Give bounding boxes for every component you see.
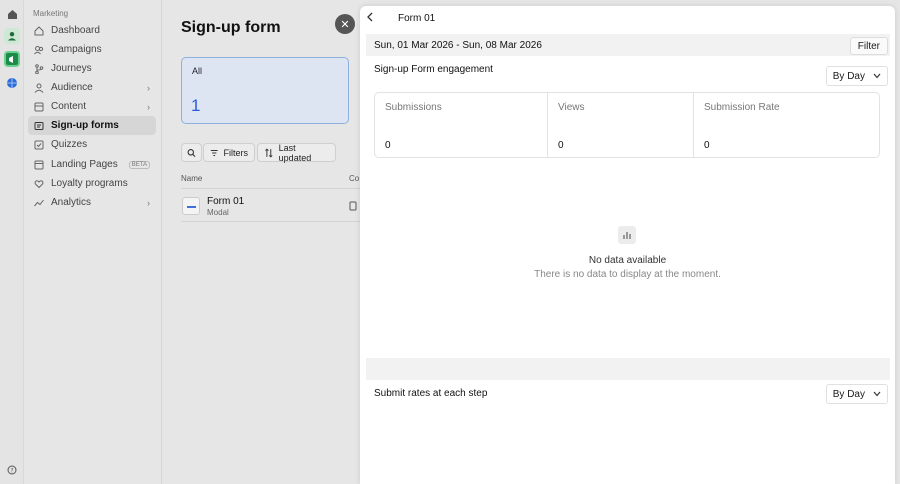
sidebar-item-content[interactable]: Content ›: [28, 97, 156, 116]
help-icon[interactable]: ?: [4, 462, 20, 478]
search-icon: [187, 148, 196, 157]
table-row[interactable]: Form 01 Modal: [181, 188, 371, 222]
sidebar-item-label: Campaigns: [51, 44, 102, 55]
metric-submissions: Submissions 0: [375, 93, 547, 157]
sidebar-item-loyalty-programs[interactable]: Loyalty programs: [28, 174, 156, 193]
sidebar-item-label: Audience: [51, 82, 93, 93]
chevron-down-icon: [873, 391, 881, 397]
steps-title: Submit rates at each step: [374, 388, 488, 399]
metric-value: 0: [385, 140, 391, 151]
metric-label: Submissions: [385, 102, 442, 113]
metric-value: 0: [558, 140, 564, 151]
form-name: Form 01: [207, 196, 245, 207]
sidebar-item-campaigns[interactable]: Campaigns: [28, 40, 156, 59]
empty-state-subtitle: There is no data to display at the momen…: [534, 269, 721, 280]
analytics-icon: [34, 199, 44, 206]
form-icon: [34, 121, 44, 130]
sidebar-item-label: Analytics: [51, 197, 92, 208]
svg-text:?: ?: [10, 468, 13, 475]
by-day-select[interactable]: By Day: [825, 66, 888, 86]
content-icon: [34, 102, 44, 111]
user-icon[interactable]: [4, 28, 20, 44]
empty-state-title: No data available: [588, 255, 667, 266]
column-header-content: Co: [349, 174, 360, 183]
chevron-left-icon: [367, 12, 373, 22]
sort-label: Last updated: [278, 142, 312, 163]
metrics-card: Submissions 0 Views 0 Submission Rate 0: [374, 92, 880, 158]
chevron-down-icon: [873, 73, 881, 79]
metric-label: Views: [558, 102, 585, 113]
date-range: Sun, 01 Mar 2026 - Sun, 08 Mar 2026: [374, 40, 542, 51]
beta-badge: BETA: [128, 160, 150, 169]
sidebar-item-label: Journeys: [51, 63, 92, 74]
close-icon: ✕: [340, 18, 350, 31]
sidebar-item-journeys[interactable]: Journeys: [28, 59, 156, 78]
steps-by-day-select[interactable]: By Day: [825, 384, 888, 404]
search-button[interactable]: [181, 143, 202, 162]
sidebar-item-label: Quizzes: [51, 139, 88, 150]
sidebar-item-label: Dashboard: [51, 25, 100, 36]
filter-button[interactable]: Filter: [849, 37, 888, 55]
metric-submission-rate: Submission Rate 0: [693, 93, 879, 157]
sidebar-section-label: Marketing: [33, 9, 69, 18]
metric-label: Submission Rate: [704, 102, 780, 113]
megaphone-icon[interactable]: [4, 51, 20, 67]
sidebar-item-sign-up-forms[interactable]: Sign-up forms: [28, 116, 156, 135]
sidebar-item-landing-pages[interactable]: Landing Pages BETA: [28, 155, 156, 174]
form-type: Modal: [207, 208, 229, 217]
device-icon: [349, 201, 357, 211]
filters-label: Filters: [223, 147, 249, 158]
heart-icon: [34, 179, 44, 188]
by-day-label: By Day: [832, 70, 865, 82]
sort-button[interactable]: Last updated: [257, 142, 336, 163]
back-button[interactable]: [366, 12, 374, 25]
branch-icon: [35, 63, 44, 74]
chart-icon: [618, 226, 636, 244]
form-detail-panel: Form 01 Sun, 01 Mar 2026 - Sun, 08 Mar 2…: [360, 6, 895, 484]
users-icon: [34, 45, 44, 54]
sort-icon: [265, 147, 273, 158]
sidebar: Marketing Dashboard Campaigns Journeys A…: [24, 0, 162, 484]
globe-icon[interactable]: [4, 75, 20, 91]
quiz-icon: [34, 140, 44, 149]
person-icon: [34, 83, 44, 93]
sidebar-item-dashboard[interactable]: Dashboard: [28, 21, 156, 40]
stat-value: 1: [191, 96, 201, 115]
sidebar-item-audience[interactable]: Audience ›: [28, 78, 156, 97]
home-icon: [34, 25, 44, 35]
sidebar-item-label: Loyalty programs: [51, 178, 128, 189]
sidebar-item-quizzes[interactable]: Quizzes: [28, 135, 156, 154]
form-thumbnail: [182, 197, 200, 215]
stat-card-all[interactable]: All 1: [181, 57, 349, 124]
sidebar-item-analytics[interactable]: Analytics ›: [28, 193, 156, 212]
app-rail: ?: [0, 0, 24, 484]
chevron-right-icon: ›: [147, 197, 150, 208]
by-day-label: By Day: [832, 388, 865, 400]
filter-icon: [210, 149, 218, 156]
close-button[interactable]: ✕: [335, 14, 355, 34]
sidebar-item-label: Sign-up forms: [51, 120, 119, 131]
home-icon[interactable]: [4, 6, 20, 22]
sidebar-item-label: Content: [51, 101, 87, 112]
metric-value: 0: [704, 140, 710, 151]
metric-views: Views 0: [547, 93, 693, 157]
panel-title: Form 01: [398, 13, 436, 24]
engagement-title: Sign-up Form engagement: [374, 64, 493, 75]
page-icon: [34, 160, 44, 169]
column-header-name: Name: [181, 174, 203, 183]
sidebar-item-label: Landing Pages: [51, 159, 118, 170]
stat-label: All: [192, 66, 203, 76]
chevron-right-icon: ›: [147, 101, 150, 112]
filters-button[interactable]: Filters: [203, 143, 255, 162]
page-title: Sign-up form: [181, 19, 281, 36]
chevron-right-icon: ›: [147, 82, 150, 93]
section-divider-band: [366, 358, 890, 380]
